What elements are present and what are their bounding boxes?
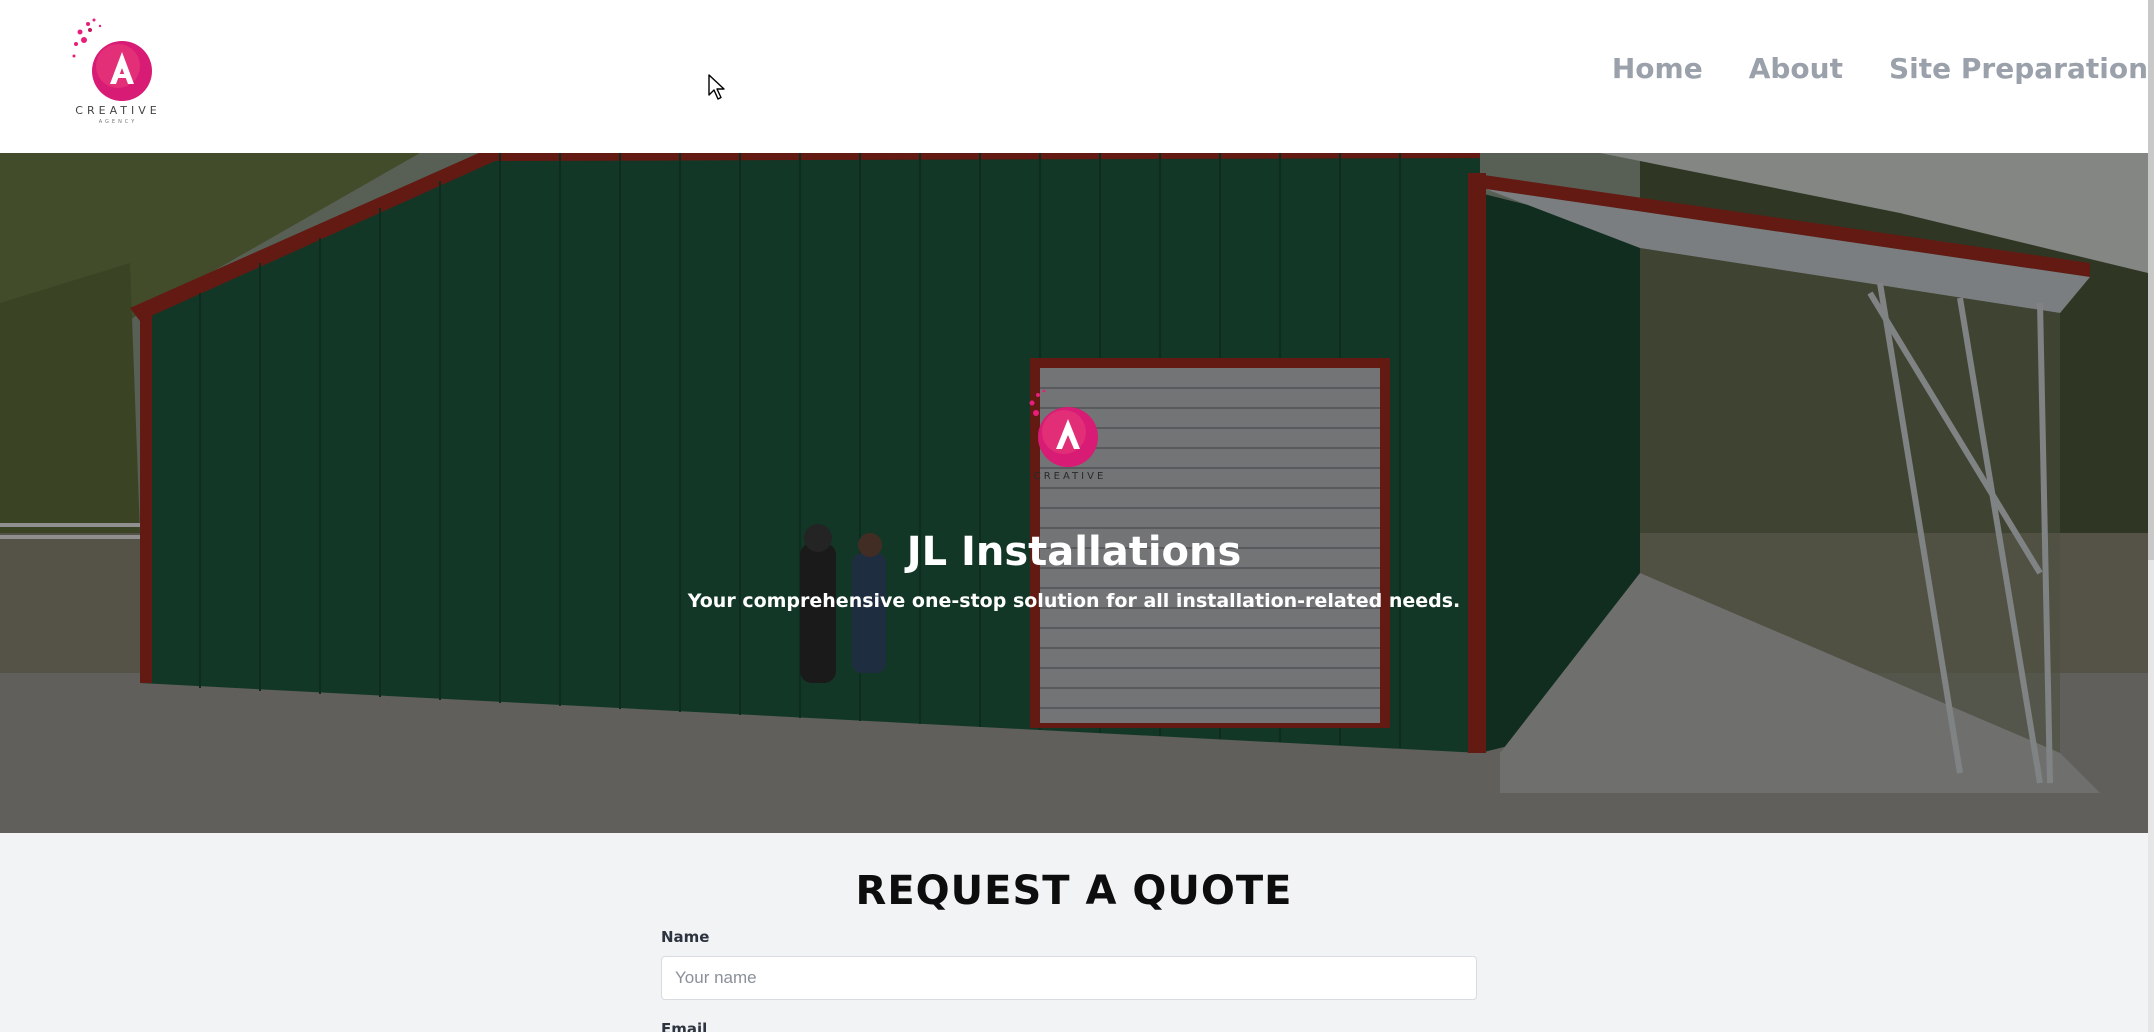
name-input[interactable] bbox=[661, 956, 1477, 1000]
hero-logo-text: CREATIVE bbox=[1034, 471, 1107, 482]
logo-text: CREATIVE bbox=[75, 104, 161, 117]
hero-dark-overlay bbox=[0, 153, 2148, 833]
mouse-pointer-icon bbox=[708, 74, 725, 100]
main-nav: Home About Site Preparation bbox=[1566, 52, 2148, 85]
name-field-label: Name bbox=[661, 928, 710, 946]
nav-site-preparation-link[interactable]: Site Preparation bbox=[1889, 52, 2148, 85]
page: CREATIVE AGENCY Home About Site Preparat… bbox=[0, 0, 2148, 1032]
hero-subtitle: Your comprehensive one-stop solution for… bbox=[687, 590, 1461, 612]
site-header: CREATIVE AGENCY Home About Site Preparat… bbox=[0, 0, 2148, 153]
hero-banner: CREATIVE JL Installations Your comprehen… bbox=[0, 153, 2148, 833]
scrollbar-thumb[interactable] bbox=[2148, 0, 2154, 560]
quote-section-title: REQUEST A QUOTE bbox=[855, 868, 1293, 914]
nav-home-link[interactable]: Home bbox=[1612, 52, 1703, 85]
hero-creative-logo-icon: CREATIVE bbox=[1029, 389, 1107, 482]
email-field-label: Email bbox=[661, 1020, 708, 1032]
logo-subtext: AGENCY bbox=[98, 119, 138, 125]
hero-title: JL Installations bbox=[906, 529, 1242, 575]
nav-about-link[interactable]: About bbox=[1749, 52, 1843, 85]
vertical-scrollbar[interactable] bbox=[2148, 0, 2154, 1032]
